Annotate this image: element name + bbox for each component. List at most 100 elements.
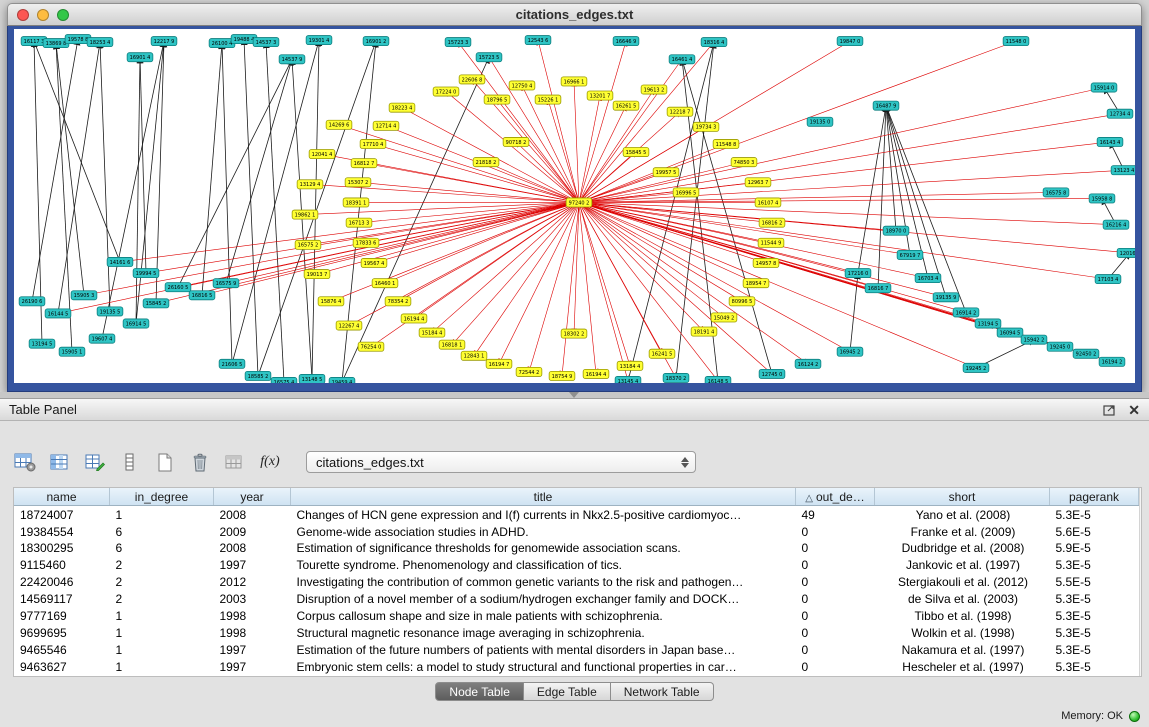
- graph-node[interactable]: 15307 2: [345, 178, 371, 187]
- graph-node[interactable]: 16575 8: [1043, 188, 1069, 197]
- graph-node[interactable]: 19847 0: [837, 37, 863, 46]
- minimize-window-icon[interactable]: [37, 9, 49, 21]
- graph-node[interactable]: 19135 9: [933, 293, 959, 302]
- graph-node[interactable]: 13194 5: [29, 339, 55, 348]
- table-row[interactable]: 911546021997Tourette syndrome. Phenomeno…: [14, 557, 1139, 574]
- graph-node[interactable]: 16818 1: [439, 340, 465, 349]
- memory-status-icon[interactable]: [1129, 711, 1140, 722]
- graph-node[interactable]: 18391 1: [343, 198, 369, 207]
- graph-node[interactable]: 19245 2: [963, 363, 989, 372]
- graph-node[interactable]: 13184 4: [617, 361, 643, 370]
- graph-node[interactable]: 78354 2: [385, 297, 411, 306]
- graph-node[interactable]: 21818 2: [473, 158, 499, 167]
- graph-node[interactable]: 16966 1: [561, 77, 587, 86]
- graph-node[interactable]: 14537 3: [253, 38, 279, 47]
- graph-node[interactable]: 16575 9: [213, 279, 239, 288]
- graph-node[interactable]: 19245 0: [1047, 342, 1073, 351]
- graph-node[interactable]: 12543 6: [525, 36, 551, 45]
- function-builder-icon[interactable]: f(x): [257, 449, 283, 475]
- graph-node[interactable]: 15723 3: [445, 38, 471, 47]
- graph-node[interactable]: 15049 2: [711, 313, 737, 322]
- graph-node[interactable]: 97240 2: [566, 198, 592, 207]
- graph-node[interactable]: 12016 6: [1117, 248, 1135, 257]
- graph-node[interactable]: 15184 4: [419, 328, 445, 337]
- new-file-icon[interactable]: [152, 449, 178, 475]
- table-selector-dropdown[interactable]: citations_edges.txt: [306, 451, 696, 473]
- graph-node[interactable]: 11544 9: [758, 238, 784, 247]
- graph-node[interactable]: 15226 1: [535, 95, 561, 104]
- window-titlebar[interactable]: citations_edges.txt: [7, 3, 1142, 26]
- graph-node[interactable]: 16194 7: [486, 359, 512, 368]
- graph-node[interactable]: 19607 4: [89, 334, 115, 343]
- graph-node[interactable]: 15723 5: [476, 53, 502, 62]
- graph-node[interactable]: 16194 4: [583, 369, 609, 378]
- graph-node[interactable]: 12714 4: [373, 121, 399, 130]
- graph-node[interactable]: 16124 2: [795, 359, 821, 368]
- close-panel-icon[interactable]: ✕: [1128, 403, 1140, 417]
- column-header-out_degree[interactable]: △out_de…: [796, 488, 875, 506]
- graph-node[interactable]: 14269 6: [326, 120, 352, 129]
- graph-node[interactable]: 19459 4: [329, 377, 355, 383]
- graph-node[interactable]: 12217 9: [151, 37, 177, 46]
- table-row[interactable]: 1872400712008Changes of HCN gene express…: [14, 506, 1139, 524]
- import-table-icon[interactable]: [222, 449, 248, 475]
- column-header-year[interactable]: year: [214, 488, 291, 506]
- edit-table-icon[interactable]: [82, 449, 108, 475]
- graph-node[interactable]: 16461 4: [669, 55, 695, 64]
- graph-node[interactable]: 15958 8: [1089, 194, 1115, 203]
- graph-node[interactable]: 16094 5: [997, 328, 1023, 337]
- graph-node[interactable]: 19994 5: [133, 269, 159, 278]
- column-header-pagerank[interactable]: pagerank: [1050, 488, 1139, 506]
- graph-node[interactable]: 26190 6: [19, 297, 45, 306]
- graph-node[interactable]: 12745 0: [759, 369, 785, 378]
- graph-node[interactable]: 19957 5: [653, 168, 679, 177]
- graph-node[interactable]: 18585 2: [245, 371, 271, 380]
- table-row[interactable]: 977716911998Corpus callosum shape and si…: [14, 608, 1139, 625]
- graph-node[interactable]: 19613 2: [641, 85, 667, 94]
- graph-node[interactable]: 74850 3: [731, 158, 757, 167]
- column-header-title[interactable]: title: [291, 488, 796, 506]
- graph-node[interactable]: 13194 5: [975, 319, 1001, 328]
- graph-node[interactable]: 18754 9: [549, 371, 575, 380]
- graph-node[interactable]: 13123 4: [1111, 166, 1135, 175]
- graph-node[interactable]: 16194 2: [1099, 357, 1125, 366]
- graph-node[interactable]: 11548 0: [1003, 37, 1029, 46]
- graph-node[interactable]: 18191 4: [691, 327, 717, 336]
- graph-node[interactable]: 92450 2: [1073, 349, 1099, 358]
- table-row[interactable]: 2242004622012Investigating the contribut…: [14, 574, 1139, 591]
- zoom-window-icon[interactable]: [57, 9, 69, 21]
- graph-node[interactable]: 12267 4: [336, 321, 362, 330]
- graph-node[interactable]: 19301 4: [306, 36, 332, 45]
- graph-node[interactable]: 16703 4: [915, 274, 941, 283]
- graph-node[interactable]: 90718 2: [503, 137, 529, 146]
- graph-node[interactable]: 17224 0: [433, 87, 459, 96]
- graph-node[interactable]: 19567 4: [361, 258, 387, 267]
- graph-node[interactable]: 16143 4: [1097, 137, 1123, 146]
- graph-node[interactable]: 16261 5: [613, 101, 639, 110]
- graph-node[interactable]: 16460 1: [372, 279, 398, 288]
- graph-node[interactable]: 16945 2: [837, 347, 863, 356]
- graph-node[interactable]: 76254 0: [358, 342, 384, 351]
- graph-node[interactable]: 14957 8: [753, 258, 779, 267]
- graph-node[interactable]: 19862 1: [292, 210, 318, 219]
- column-header-short[interactable]: short: [875, 488, 1050, 506]
- delete-icon[interactable]: [187, 449, 213, 475]
- graph-node[interactable]: 17833 6: [353, 238, 379, 247]
- graph-node[interactable]: 16713 3: [346, 218, 372, 227]
- graph-node[interactable]: 18302 2: [561, 329, 587, 338]
- table-row[interactable]: 1456911722003Disruption of a novel membe…: [14, 591, 1139, 608]
- network-canvas[interactable]: 97240 218223 412714 417710 416812 715307…: [14, 29, 1135, 383]
- graph-node[interactable]: 19135 0: [807, 117, 833, 126]
- tab-edge-table[interactable]: Edge Table: [524, 682, 611, 701]
- graph-node[interactable]: 16914 2: [953, 308, 979, 317]
- graph-node[interactable]: 12963 7: [745, 178, 771, 187]
- graph-node[interactable]: 16901 2: [363, 37, 389, 46]
- graph-node[interactable]: 15942 2: [1021, 335, 1047, 344]
- graph-node[interactable]: 15876 4: [318, 297, 344, 306]
- graph-node[interactable]: 16575 4: [271, 377, 297, 383]
- graph-node[interactable]: 15845 5: [623, 148, 649, 157]
- graph-node[interactable]: 16148 5: [705, 376, 731, 383]
- graph-node[interactable]: 13201 7: [587, 91, 613, 100]
- graph-node[interactable]: 16216 4: [1103, 220, 1129, 229]
- graph-node[interactable]: 16812 7: [351, 159, 377, 168]
